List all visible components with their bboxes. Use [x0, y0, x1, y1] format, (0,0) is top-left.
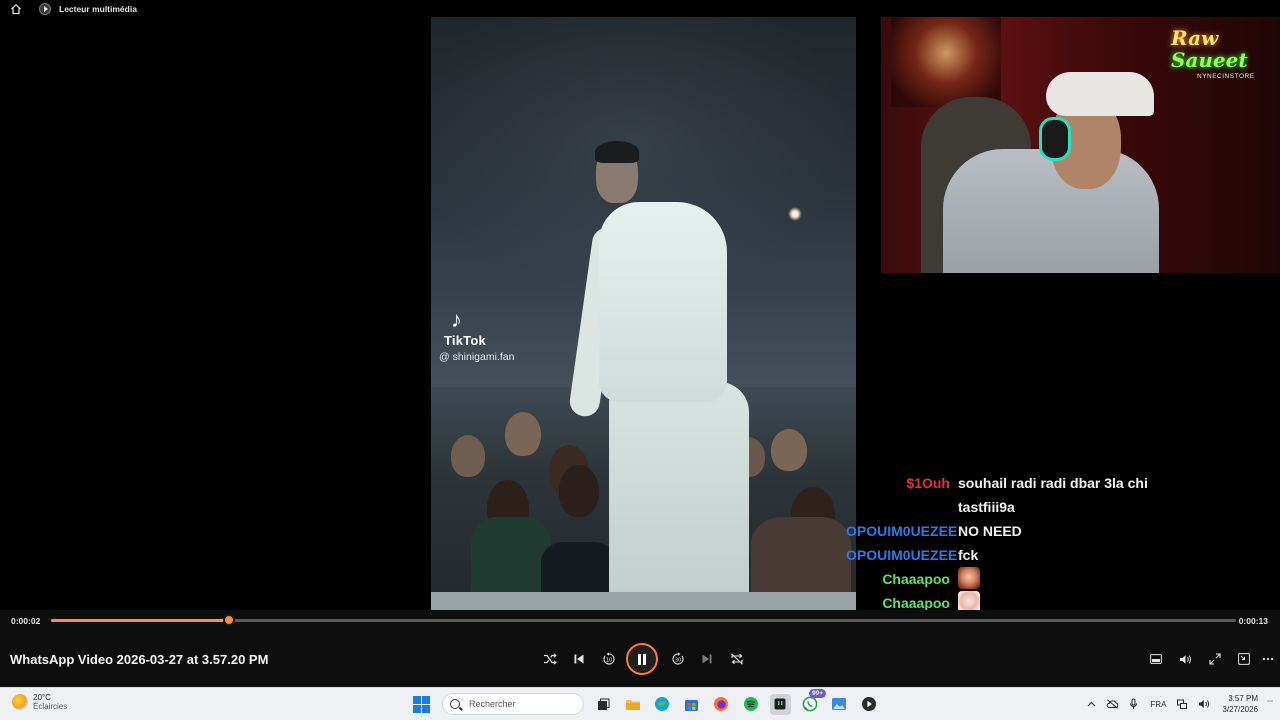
stage-light [788, 207, 802, 221]
whatsapp-icon[interactable]: 99+ [799, 688, 826, 715]
picture-in-picture-icon[interactable] [1234, 649, 1254, 669]
chat-text: fck [958, 547, 979, 563]
firefox-icon[interactable] [711, 694, 732, 715]
video-frame: ♪ TikTok @ shinigami.fan [431, 17, 856, 610]
task-view-icon[interactable] [593, 694, 614, 715]
clock-time: 3:57 PM [1228, 694, 1258, 703]
windows-start-icon[interactable] [413, 695, 430, 713]
twitch-app-icon[interactable] [769, 693, 791, 715]
tiktok-watermark: ♪ TikTok @ shinigami.fan [435, 307, 555, 363]
shuffle-icon[interactable] [539, 647, 561, 671]
chat-username [846, 495, 958, 519]
seek-bar-progress [51, 619, 229, 622]
network-icon[interactable] [1176, 699, 1188, 710]
chevron-up-icon[interactable] [1087, 701, 1096, 707]
microsoft-store-icon[interactable] [681, 694, 702, 715]
repeat-off-icon[interactable] [726, 647, 748, 671]
miniplayer-icon[interactable] [1146, 649, 1166, 669]
streamer-webcam: Raw Saueet NYNECINSTORE [881, 17, 1280, 273]
svg-text:30: 30 [675, 658, 681, 664]
taskbar-apps: Rechercher 99+ [413, 688, 879, 715]
cloud-off-icon[interactable] [1106, 699, 1119, 709]
partly-sunny-icon [12, 694, 28, 710]
current-time: 0:00:02 [11, 616, 41, 626]
chat-message: tastfiii9a [846, 495, 1266, 519]
chat-username: OPOUIM0UEZEE [846, 547, 958, 563]
system-tray: FRA 3:57 PM 3/27/2026 [1077, 692, 1274, 716]
search-placeholder: Rechercher [469, 699, 516, 709]
seek-bar-thumb[interactable] [222, 614, 235, 626]
chat-username: Chaaapoo [882, 571, 950, 587]
title-bar: Lecteur multimédia [0, 0, 1280, 17]
system-clock[interactable]: 3:57 PM 3/27/2026 [1222, 693, 1258, 715]
media-player-app-icon [39, 2, 51, 15]
search-icon [450, 699, 460, 709]
performer-pants [609, 382, 749, 610]
edge-browser-icon[interactable] [652, 694, 673, 715]
seek-bar[interactable] [51, 614, 1236, 626]
chat-emote-icon [958, 567, 980, 589]
tiktok-handle: @ shinigami.fan [439, 351, 515, 363]
taskbar-search[interactable]: Rechercher [442, 693, 584, 715]
chat-overlay: $1Ouh souhail radi radi dbar 3la chi tastf… [846, 471, 1266, 615]
headset-icon [1039, 117, 1071, 161]
photos-icon[interactable] [829, 694, 850, 715]
weather-widget[interactable]: 20°C Éclaircies [12, 693, 67, 711]
chat-username: $1Ouh [906, 475, 950, 491]
file-title: WhatsApp Video 2026-03-27 at 3.57.20 PM [10, 652, 269, 667]
playback-controls: 0:00:02 0:00:13 WhatsApp Video 2026-03-2… [0, 610, 1280, 687]
chat-message: OPOUIM0UEZEE NO NEED [846, 519, 1266, 543]
stage-edge [431, 592, 856, 610]
media-player-window: Lecteur multimédia ♪ TikTok @ shinigami.… [0, 0, 1280, 720]
transport-controls: 10 30 [538, 643, 748, 675]
chat-message: OPOUIM0UEZEE fck [846, 543, 1266, 567]
media-player-taskbar-icon[interactable] [858, 694, 879, 715]
neon-sign-subtitle: NYNECINSTORE [1197, 73, 1255, 80]
tiktok-brand: TikTok [444, 333, 486, 348]
home-icon[interactable] [9, 2, 23, 16]
performer-shirt [599, 202, 727, 402]
pause-button[interactable] [626, 643, 658, 675]
chat-text: souhail radi radi dbar 3la chi [958, 475, 1148, 491]
speaker-icon[interactable] [1198, 699, 1210, 709]
chat-text: tastfiii9a [958, 499, 1015, 515]
chat-message: Chaaapoo [846, 567, 1266, 591]
notifications-icon[interactable] [1266, 698, 1274, 710]
fullscreen-icon[interactable] [1205, 649, 1225, 669]
neon-sign: Raw Saueet [1171, 26, 1248, 72]
rewind-10-icon[interactable]: 10 [598, 647, 620, 671]
clock-date: 3/27/2026 [1222, 705, 1258, 714]
more-icon[interactable] [1258, 649, 1278, 669]
svg-text:10: 10 [606, 658, 612, 664]
forward-30-icon[interactable]: 30 [667, 647, 689, 671]
pause-icon [638, 653, 646, 665]
weather-condition: Éclaircies [33, 702, 68, 711]
chat-text: NO NEED [958, 523, 1022, 539]
view-controls [1140, 649, 1276, 669]
microphone-icon[interactable] [1129, 698, 1138, 710]
chat-message: $1Ouh souhail radi radi dbar 3la chi [846, 471, 1266, 495]
video-area[interactable]: ♪ TikTok @ shinigami.fan Raw Saueet NYNE… [0, 17, 1280, 613]
streamer-hoodie [943, 149, 1159, 273]
tiktok-logo-icon: ♪ [451, 307, 462, 332]
windows-taskbar: 20°C Éclaircies Rechercher 99+ FRA 3:57 … [0, 687, 1280, 720]
next-icon[interactable] [696, 647, 718, 671]
spotify-icon[interactable] [740, 694, 761, 715]
app-title: Lecteur multimédia [59, 3, 137, 14]
file-explorer-icon[interactable] [622, 694, 643, 715]
weather-temperature: 20°C [33, 693, 51, 702]
duration: 0:00:13 [1238, 616, 1268, 626]
input-language[interactable]: FRA [1150, 700, 1166, 709]
previous-icon[interactable] [568, 647, 590, 671]
volume-icon[interactable] [1175, 649, 1195, 669]
streamer-cap [1046, 72, 1154, 116]
chat-username: OPOUIM0UEZEE [846, 523, 958, 539]
notification-badge: 99+ [808, 688, 826, 698]
